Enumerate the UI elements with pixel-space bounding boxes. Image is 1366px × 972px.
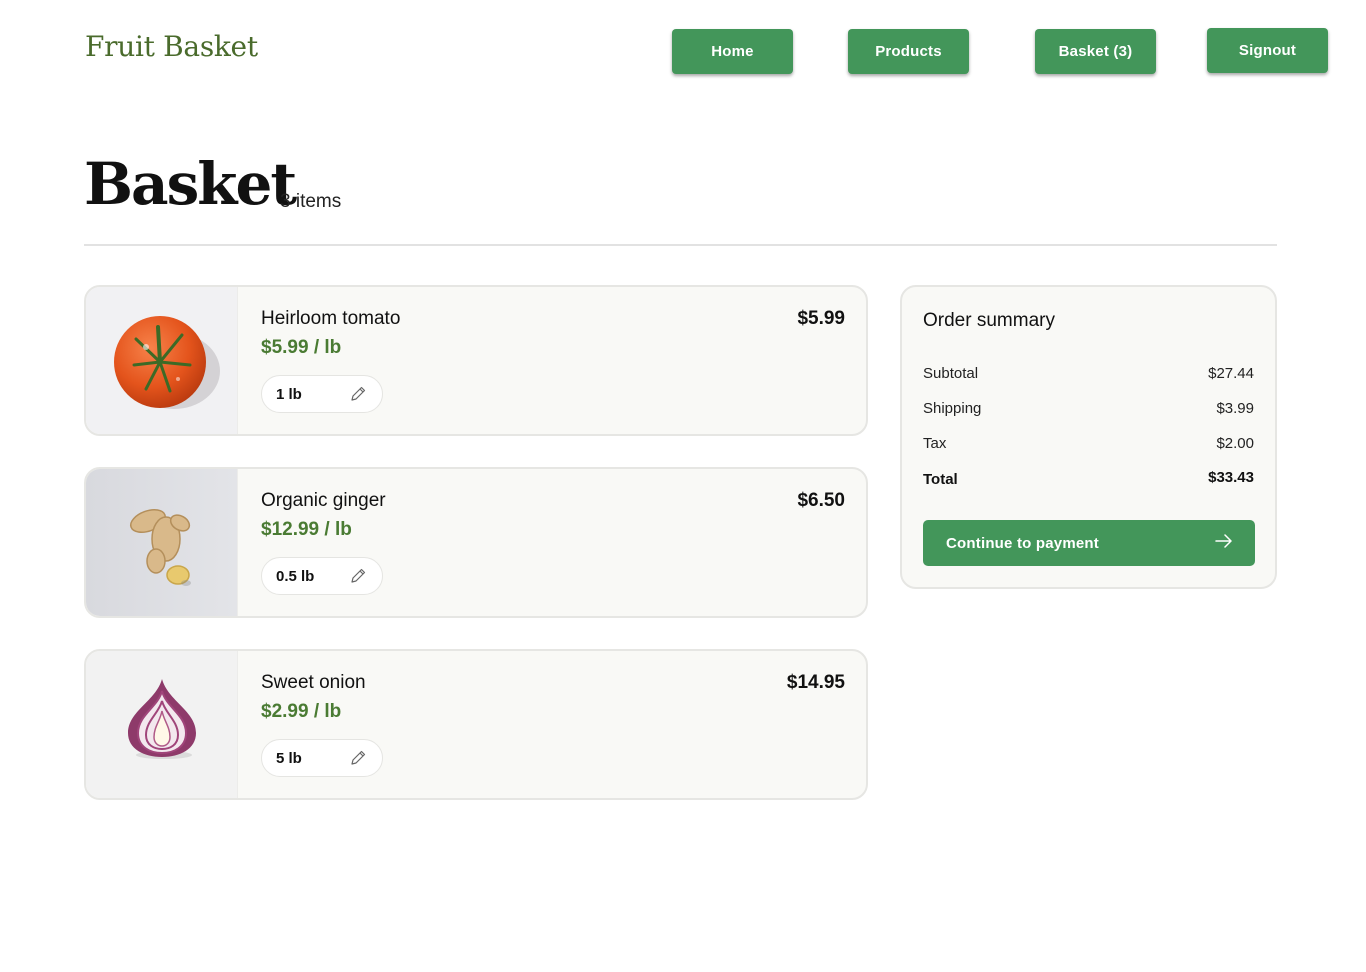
summary-row-tax: Tax $2.00 bbox=[923, 435, 1254, 452]
pencil-icon[interactable] bbox=[348, 384, 368, 404]
onion-image bbox=[86, 651, 238, 798]
summary-row-subtotal: Subtotal $27.44 bbox=[923, 365, 1254, 382]
nav-signout-button[interactable]: Signout bbox=[1207, 28, 1328, 73]
nav-home-button[interactable]: Home bbox=[672, 29, 793, 74]
quantity-value: 0.5 lb bbox=[276, 567, 315, 585]
summary-label: Shipping bbox=[923, 400, 982, 417]
order-summary: Order summary Subtotal $27.44 Shipping $… bbox=[900, 285, 1277, 589]
item-count: 3 items bbox=[280, 191, 342, 212]
item-total-price: $5.99 bbox=[797, 308, 845, 329]
summary-value: $3.99 bbox=[1216, 400, 1254, 417]
nav-products-button[interactable]: Products bbox=[848, 29, 969, 74]
item-total-price: $14.95 bbox=[786, 672, 845, 693]
summary-total-value: $33.43 bbox=[1208, 469, 1254, 486]
item-total-price: $6.50 bbox=[797, 490, 845, 511]
ginger-image bbox=[86, 469, 238, 616]
summary-row-shipping: Shipping $3.99 bbox=[923, 400, 1254, 417]
item-name: Sweet onion bbox=[261, 672, 366, 693]
quantity-field[interactable]: 0.5 lb bbox=[261, 557, 383, 595]
continue-to-payment-button[interactable]: Continue to payment bbox=[923, 520, 1255, 566]
summary-label: Tax bbox=[923, 435, 947, 452]
summary-value: $27.44 bbox=[1208, 365, 1254, 382]
item-unit-price: $2.99 / lb bbox=[261, 701, 342, 722]
basket-item-onion: Sweet onion $2.99 / lb $14.95 5 lb bbox=[84, 649, 868, 800]
item-unit-price: $12.99 / lb bbox=[261, 519, 352, 540]
quantity-value: 5 lb bbox=[276, 749, 302, 767]
summary-total-label: Total bbox=[923, 471, 958, 488]
brand-logo[interactable]: Fruit Basket bbox=[85, 30, 258, 63]
summary-label: Subtotal bbox=[923, 365, 979, 382]
page-title: Basket bbox=[84, 150, 297, 218]
quantity-field[interactable]: 1 lb bbox=[261, 375, 383, 413]
tomato-image bbox=[86, 287, 238, 434]
quantity-field[interactable]: 5 lb bbox=[261, 739, 383, 777]
item-unit-price: $5.99 / lb bbox=[261, 337, 342, 358]
basket-item-ginger: Organic ginger $12.99 / lb $6.50 0.5 lb bbox=[84, 467, 868, 618]
pencil-icon[interactable] bbox=[348, 566, 368, 586]
continue-to-payment-label: Continue to payment bbox=[946, 534, 1099, 552]
pencil-icon[interactable] bbox=[348, 748, 368, 768]
nav-basket-button[interactable]: Basket (3) bbox=[1035, 29, 1156, 74]
summary-row-total: Total $33.43 bbox=[923, 469, 1254, 488]
summary-value: $2.00 bbox=[1216, 435, 1254, 452]
item-name: Heirloom tomato bbox=[261, 308, 401, 329]
basket-item-tomato: Heirloom tomato $5.99 / lb $5.99 1 lb bbox=[84, 285, 868, 436]
item-name: Organic ginger bbox=[261, 490, 386, 511]
quantity-value: 1 lb bbox=[276, 385, 302, 403]
arrow-right-icon bbox=[1215, 533, 1233, 553]
divider bbox=[84, 244, 1277, 246]
summary-title: Order summary bbox=[923, 310, 1055, 331]
